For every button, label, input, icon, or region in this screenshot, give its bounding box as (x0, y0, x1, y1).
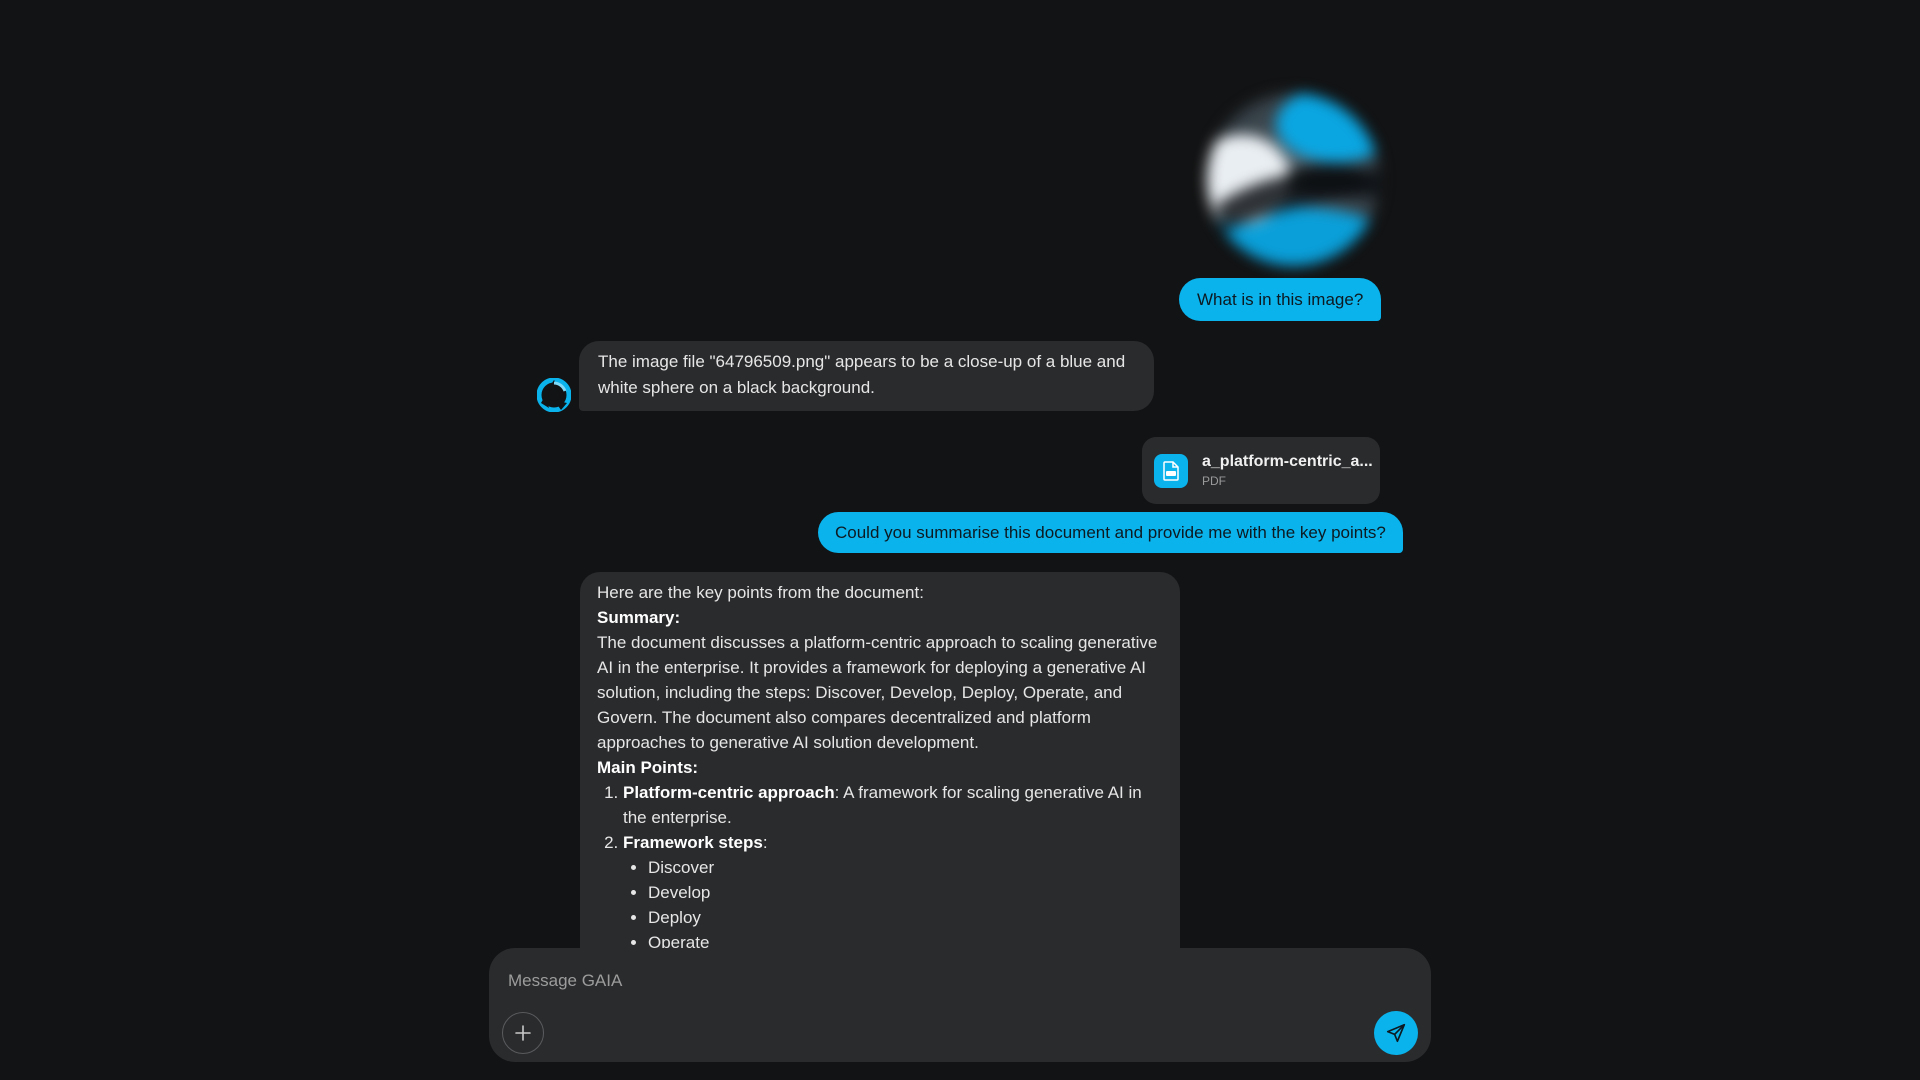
attachment-filename: a_platform-centric_a... (1202, 453, 1373, 470)
user-message-bubble: What is in this image? (1179, 278, 1382, 321)
user-uploaded-image[interactable] (1207, 93, 1380, 266)
response-intro: Here are the key points from the documen… (597, 583, 924, 602)
summary-text: The document discusses a platform-centri… (597, 633, 1158, 752)
user-message-text: What is in this image? (1197, 289, 1364, 309)
send-button[interactable] (1374, 1011, 1418, 1055)
steps-list: Discover Develop Deploy Operate (623, 855, 1164, 948)
main-points-list: Platform-centric approach: A framework f… (597, 780, 1164, 948)
gaia-avatar-icon (536, 377, 572, 413)
list-item: Operate (648, 930, 1164, 948)
list-item: Discover (648, 855, 1164, 880)
send-icon (1386, 1023, 1406, 1043)
point-title: Platform-centric approach (623, 783, 835, 802)
main-points-heading: Main Points: (597, 758, 699, 777)
point-title: Framework steps (623, 833, 763, 852)
message-composer (489, 948, 1431, 1062)
message-input[interactable] (506, 968, 1390, 994)
assistant-message-bubble: The image file "64796509.png" appears to… (579, 341, 1154, 411)
sphere-image (1207, 93, 1380, 266)
pdf-icon (1154, 453, 1188, 488)
summary-heading: Summary: (597, 608, 681, 627)
list-item: Platform-centric approach: A framework f… (623, 780, 1164, 830)
list-item: Develop (648, 880, 1164, 905)
list-item: Framework steps: Discover Develop Deploy… (623, 830, 1164, 948)
assistant-message-bubble: Here are the key points from the documen… (580, 572, 1180, 948)
pdf-attachment[interactable]: a_platform-centric_a... PDF (1142, 437, 1380, 504)
user-message-bubble: Could you summarise this document and pr… (818, 512, 1403, 553)
attachment-type: PDF (1202, 474, 1226, 488)
list-item: Deploy (648, 905, 1164, 930)
add-attachment-button[interactable] (502, 1012, 544, 1054)
plus-icon (515, 1025, 531, 1041)
assistant-message-text: The image file "64796509.png" appears to… (598, 352, 1126, 397)
chat-thread[interactable]: What is in this image? The image file "6… (0, 0, 1920, 948)
user-message-text: Could you summarise this document and pr… (835, 522, 1386, 542)
point-text: : (762, 833, 768, 852)
